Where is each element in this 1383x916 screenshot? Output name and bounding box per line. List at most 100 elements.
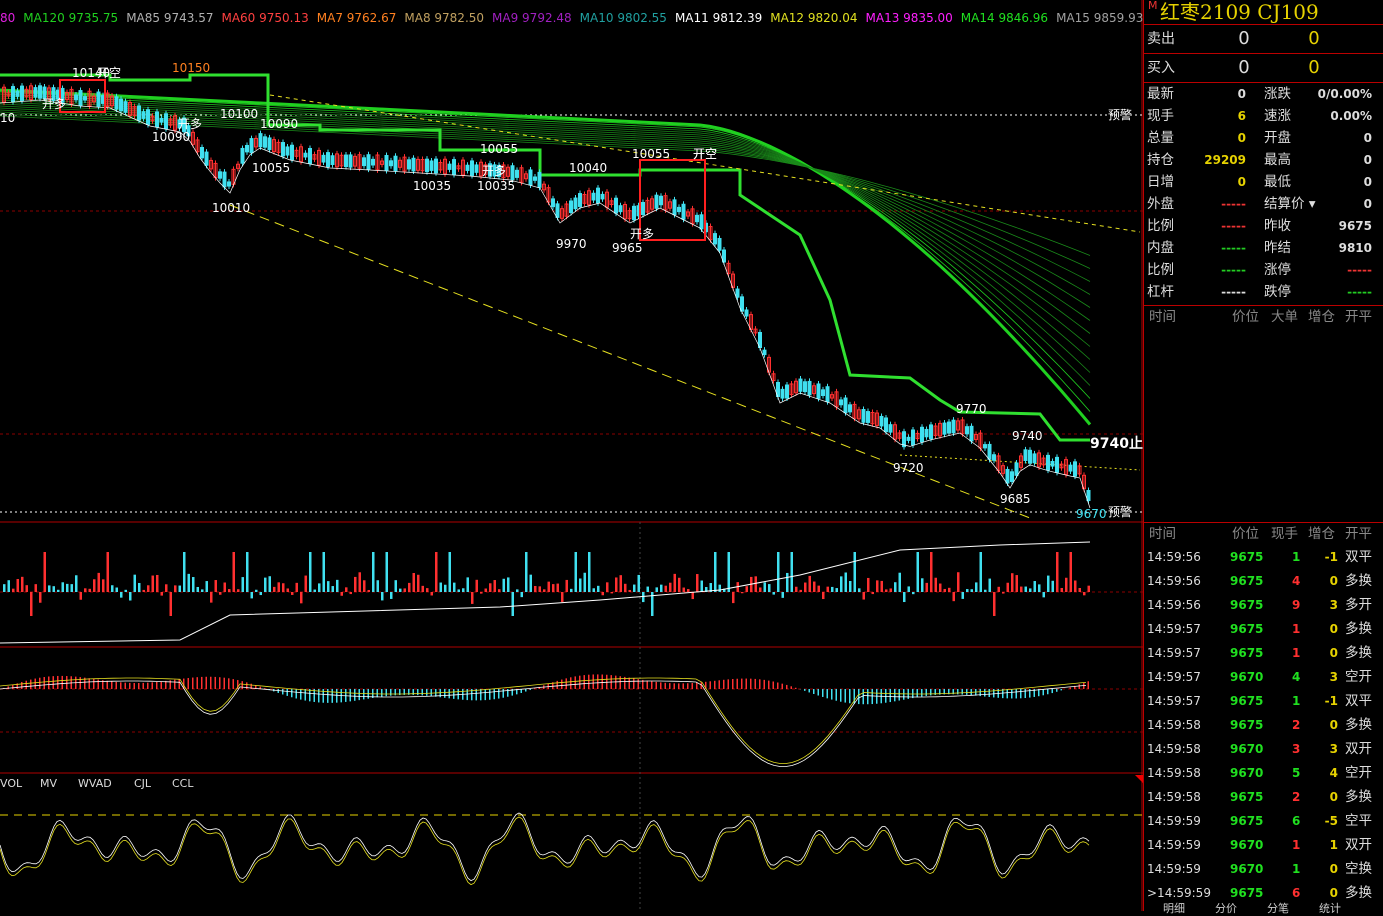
corner-marker [1135,775,1143,783]
volume-bar [80,592,83,600]
volume-bar [75,575,78,592]
volume-bar [314,590,317,592]
tick-vol: 2 [1292,713,1300,737]
quote-value: 0 [1314,127,1372,149]
volume-bar [503,579,506,592]
volume-bar [480,592,483,594]
volume-bar [903,592,906,602]
tick-row[interactable]: 14:59:58967520多换 [1144,713,1383,737]
bottom-tab[interactable]: 明细 [1163,900,1185,916]
tick-table[interactable]: 时间 价位 现手 增仓 开平 14:59:5696751-1双平14:59:56… [1144,522,1383,905]
macd-bar [993,689,995,697]
volume-bar [260,592,263,595]
macd-bar [863,689,865,704]
volume-bar [512,592,515,616]
candle-body [538,172,541,187]
candle-body [696,215,699,221]
volume-bar [894,582,897,592]
tick-row[interactable]: 14:59:59967011双开 [1144,833,1383,857]
macd-bar [494,689,496,699]
tick-row[interactable]: 14:59:58967054空开 [1144,761,1383,785]
volume-bar [683,588,686,592]
volume-bar [584,573,587,592]
macd-bar [1070,687,1072,689]
contract-title[interactable]: M 红枣2109 CJ109 [1144,0,1383,25]
ma-legend-item: MA13 9835.00 [866,11,953,25]
volume-bar [381,592,384,600]
quote-value: 0 [1314,171,1372,193]
volume-bar [836,588,839,592]
kline-chart[interactable]: 10140开空10150开多开多101009010100100901005510… [0,0,1143,911]
tick-row[interactable]: 14:59:59967010空换 [1144,857,1383,881]
candle-body [228,182,231,186]
bottom-tab[interactable]: 分笔 [1267,900,1289,916]
tick-price: 9675 [1230,617,1263,641]
macd-bar [305,689,307,701]
tick-row[interactable]: 14:59:58967033双开 [1144,737,1383,761]
bottom-tab[interactable]: 统计 [1319,900,1341,916]
tick-row[interactable]: 14:59:5996756-5空平 [1144,809,1383,833]
macd-bar [377,689,379,697]
quote-row: 内盘-----昨结9810 [1144,237,1383,259]
macd-bar [161,681,163,689]
volume-bar [638,575,641,592]
macd-bar [561,680,563,689]
macd-bar [354,689,356,701]
price-annotation: 开多 [482,164,506,178]
candle-body [385,156,388,171]
indicator-tab: CJL [134,777,152,790]
macd-bar [210,677,212,689]
macd-bar [224,678,226,689]
bottom-tab[interactable]: 分价 [1215,900,1237,916]
tick-row[interactable]: 14:59:5696751-1双平 [1144,545,1383,569]
volume-bar [1007,583,1010,592]
macd-bar [444,689,446,698]
tick-vol: 3 [1292,737,1300,761]
macd-bar [872,689,874,704]
tick-inc: -1 [1324,689,1338,713]
quote-value: 0 [1314,149,1372,171]
tick-oc: 双开 [1345,737,1372,761]
candle-body [988,444,991,459]
volume-bar [552,584,555,592]
macd-bar [390,689,392,696]
macd-bar [93,679,95,689]
macd-bar [327,689,329,703]
chart-area[interactable]: 10140开空10150开多开多101009010100100901005510… [0,0,1143,911]
tick-row[interactable]: 14:59:57967510多换 [1144,617,1383,641]
buy-row[interactable]: 买入 0 0 [1144,54,1383,83]
candle-body [880,416,883,425]
quote-value: ----- [1204,281,1246,303]
tick-row[interactable]: 14:59:58967520多换 [1144,785,1383,809]
volume-bar [30,592,33,616]
candle-body [327,153,330,167]
tick-row[interactable]: 14:59:5796751-1双平 [1144,689,1383,713]
tick-row[interactable]: 14:59:57967510多换 [1144,641,1383,665]
volume-bar [534,586,537,592]
quote-value: ----- [1204,215,1246,237]
macd-bar [1016,689,1018,698]
candle-body [781,389,784,398]
macd-bar [692,683,694,689]
volume-bar [674,574,677,592]
macd-bar [786,685,788,689]
tick-row[interactable]: 14:59:56967593多开 [1144,593,1383,617]
candle-body [448,164,451,169]
volume-bar [471,592,474,604]
volume-bar [921,578,924,592]
tick-row[interactable]: 14:59:56967540多换 [1144,569,1383,593]
macd-bar [296,689,298,698]
tick-row[interactable]: 14:59:57967043空开 [1144,665,1383,689]
quote-row: 外盘-----结算价 ▾0 [1144,193,1383,215]
macd-bar [858,689,860,704]
volume-bar [647,587,650,592]
volume-bar [696,574,699,592]
macd-bar [215,677,217,689]
ma-legend-item: 80 [0,11,15,25]
sell-row[interactable]: 卖出 0 0 [1144,25,1383,54]
quote-label: 跌停 [1264,281,1291,303]
macd-bar [417,689,419,695]
hdr-inc: 增仓 [1308,306,1335,328]
volume-bar [602,592,605,595]
macd-bar [845,689,847,703]
